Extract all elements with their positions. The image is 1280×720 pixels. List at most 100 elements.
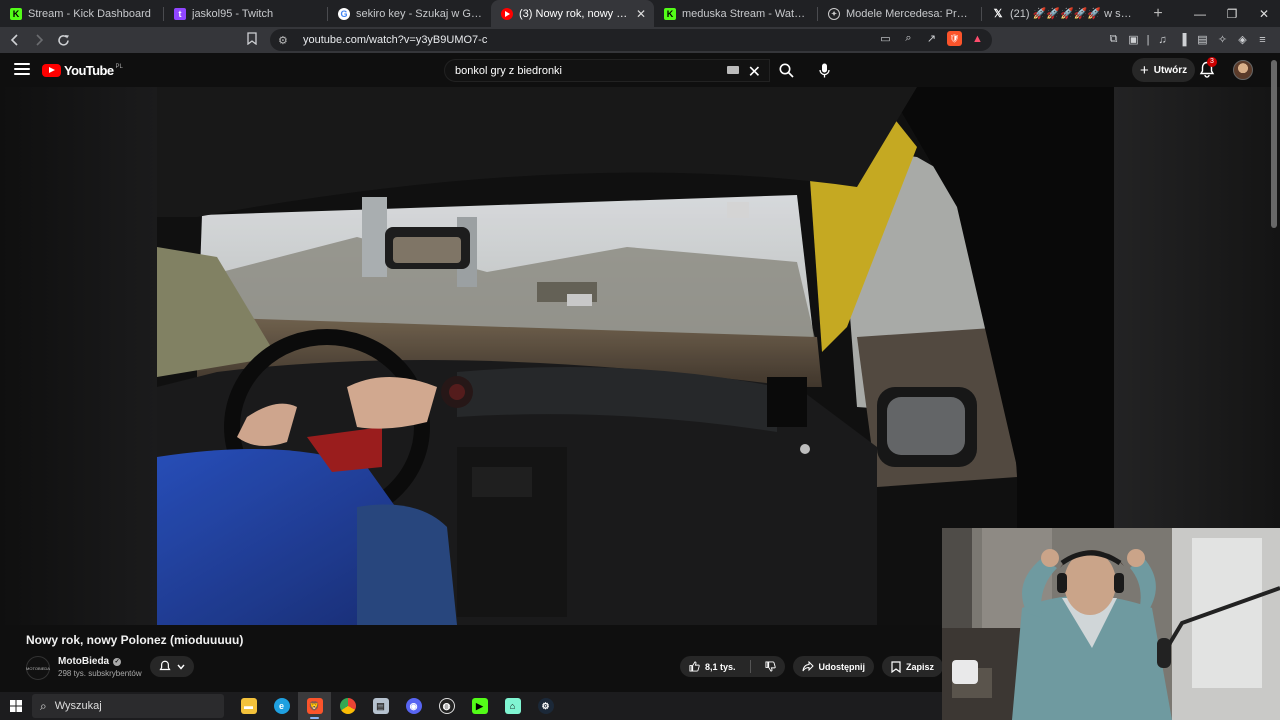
tab-twitch[interactable]: t jaskol95 - Twitch bbox=[164, 0, 327, 27]
plus-icon: + bbox=[1140, 61, 1149, 79]
bell-icon bbox=[159, 660, 171, 671]
tab-title: (21) 🚀🚀🚀🚀🚀 w serwisie X: „p bbox=[1010, 8, 1137, 20]
taskbar-obs[interactable]: ◍ bbox=[430, 692, 463, 720]
chevron-down-icon bbox=[177, 664, 185, 670]
new-tab-button[interactable]: + bbox=[1145, 0, 1171, 27]
cast-icon[interactable]: ▭ bbox=[878, 31, 893, 46]
tab-youtube-video[interactable]: (3) Nowy rok, nowy Polonez (mi… ✕ bbox=[491, 0, 654, 27]
keyboard-icon[interactable] bbox=[727, 66, 739, 74]
forward-icon[interactable] bbox=[29, 30, 49, 50]
screenshot-icon[interactable]: ▣ bbox=[1126, 31, 1141, 48]
taskbar-chrome[interactable] bbox=[331, 692, 364, 720]
obs-icon: ◍ bbox=[438, 698, 455, 714]
channel-name: MotoBieda bbox=[58, 656, 110, 667]
page-scrollbar[interactable] bbox=[1271, 60, 1277, 228]
restore-icon[interactable]: ❐ bbox=[1216, 0, 1248, 27]
channel-avatar-text: MOTOBIEDA bbox=[26, 665, 50, 671]
close-window-icon[interactable]: ✕ bbox=[1248, 0, 1280, 27]
streamlabs-icon: ⌂ bbox=[504, 698, 521, 714]
channel-name-row[interactable]: MotoBieda ✓ bbox=[58, 656, 122, 667]
youtube-wordmark: YouTube bbox=[64, 63, 114, 78]
account-avatar[interactable] bbox=[1233, 60, 1253, 80]
search-query: bonkol gry z biedronki bbox=[455, 64, 563, 77]
wallet-icon[interactable]: ▤ bbox=[1195, 31, 1210, 48]
thumbs-up-icon bbox=[689, 661, 700, 672]
site-info-icon[interactable]: ⚙ bbox=[278, 34, 294, 47]
channel-avatar[interactable]: MOTOBIEDA bbox=[26, 656, 50, 680]
kick-icon: K bbox=[664, 7, 676, 20]
taskbar-notepad[interactable]: ▤ bbox=[364, 692, 397, 720]
tab-kick-meduska[interactable]: K meduska Stream - Watch Live on bbox=[654, 0, 817, 27]
tab-x-twitter[interactable]: 𝕏 (21) 🚀🚀🚀🚀🚀 w serwisie X: „p bbox=[982, 0, 1145, 27]
taskbar-steam[interactable]: ⚙ bbox=[529, 692, 562, 720]
clear-search-icon[interactable]: ✕ bbox=[748, 62, 761, 82]
minimize-icon[interactable]: — bbox=[1184, 0, 1216, 27]
subscription-bell-button[interactable] bbox=[150, 656, 194, 677]
taskbar-file-explorer[interactable]: ▬ bbox=[232, 692, 265, 720]
brave-shields-icon[interactable]: 🛡 bbox=[947, 31, 962, 46]
edge-icon: e bbox=[273, 698, 290, 714]
extensions-toolbar: ⧉ ▣ | ♫ ▐ ▤ ✧ ◈ ≡ bbox=[1106, 31, 1270, 48]
tab-title: sekiro key - Szukaj w Google bbox=[356, 7, 483, 20]
menu-icon[interactable]: ≡ bbox=[1255, 31, 1270, 48]
share-button[interactable]: Udostępnij bbox=[792, 656, 875, 677]
extension-puzzle-icon[interactable]: ⧉ bbox=[1106, 31, 1121, 48]
brave-icon: 🦁 bbox=[306, 698, 323, 714]
windows-taskbar: ⌕ Wyszukaj ▬ e 🦁 ▤ ◉ ◍ ▶ ⌂ ⚙ bbox=[0, 692, 942, 720]
url-text: youtube.com/watch?v=y3yB9UMO7-c bbox=[303, 34, 488, 46]
tab-title: Stream - Kick Dashboard bbox=[28, 7, 151, 20]
google-icon: G bbox=[338, 7, 350, 20]
reload-icon[interactable] bbox=[53, 30, 73, 50]
address-bar-actions: ▭ ⌕ ↗ 🛡 ▲ bbox=[878, 31, 985, 46]
taskbar-search-placeholder: Wyszukaj bbox=[54, 700, 102, 712]
subscriber-count: 298 tys. subskrybentów bbox=[58, 669, 142, 678]
steam-icon: ⚙ bbox=[537, 698, 554, 714]
taskbar-streamlabs[interactable]: ⌂ bbox=[496, 692, 529, 720]
video-title: Nowy rok, nowy Polonez (mioduuuuu) bbox=[26, 633, 244, 647]
file-explorer-icon: ▬ bbox=[240, 698, 257, 714]
thumbs-down-icon bbox=[764, 661, 776, 672]
taskbar-edge[interactable]: e bbox=[265, 692, 298, 720]
voice-search-button[interactable] bbox=[812, 59, 836, 82]
like-button[interactable]: 8,1 tys. bbox=[680, 656, 745, 677]
taskbar-brave[interactable]: 🦁 bbox=[298, 692, 331, 720]
tab-mercedes[interactable]: ✦ Modele Mercedesa: Przegląd nowych bbox=[818, 0, 981, 27]
separator-icon: | bbox=[1146, 33, 1150, 46]
dislike-button[interactable] bbox=[756, 656, 785, 677]
bookmark-icon[interactable] bbox=[247, 32, 257, 48]
tab-title: Modele Mercedesa: Przegląd nowych bbox=[846, 7, 973, 20]
taskbar-discord[interactable]: ◉ bbox=[397, 692, 430, 720]
zoom-icon[interactable]: ⌕ bbox=[901, 31, 916, 46]
window-controls: — ❐ ✕ bbox=[1184, 0, 1280, 27]
tab-google-search[interactable]: G sekiro key - Szukaj w Google bbox=[328, 0, 491, 27]
taskbar-search[interactable]: ⌕ Wyszukaj bbox=[32, 694, 224, 718]
back-icon[interactable] bbox=[5, 30, 25, 50]
ambient-left bbox=[0, 87, 157, 625]
verified-check-icon: ✓ bbox=[113, 657, 122, 666]
leo-ai-icon[interactable]: ✧ bbox=[1215, 31, 1230, 48]
hamburger-menu-icon[interactable] bbox=[14, 63, 30, 77]
active-indicator bbox=[310, 717, 319, 719]
vpn-icon[interactable]: ◈ bbox=[1235, 31, 1250, 48]
search-button[interactable] bbox=[770, 59, 802, 82]
save-button[interactable]: Zapisz bbox=[882, 656, 944, 677]
youtube-logo[interactable]: YouTube PL bbox=[42, 63, 123, 78]
notification-badge: 3 bbox=[1207, 57, 1217, 67]
share-page-icon[interactable]: ↗ bbox=[924, 31, 939, 46]
close-tab-icon[interactable]: ✕ bbox=[636, 7, 646, 21]
taskbar-kick[interactable]: ▶ bbox=[463, 692, 496, 720]
start-button[interactable] bbox=[0, 692, 32, 720]
like-divider bbox=[749, 660, 751, 673]
webcam-feed bbox=[942, 528, 1280, 720]
tab-kick-dashboard[interactable]: K Stream - Kick Dashboard bbox=[0, 0, 163, 27]
save-label: Zapisz bbox=[906, 661, 935, 672]
media-icon[interactable]: ♫ bbox=[1155, 31, 1170, 48]
tab-title: meduska Stream - Watch Live on bbox=[682, 7, 809, 20]
brave-rewards-icon[interactable]: ▲ bbox=[970, 31, 985, 46]
sidebar-icon[interactable]: ▐ bbox=[1175, 31, 1190, 48]
chrome-icon bbox=[339, 698, 356, 714]
create-button[interactable]: + Utwórz bbox=[1132, 58, 1196, 82]
windows-logo-icon bbox=[10, 700, 22, 712]
search-input[interactable]: bonkol gry z biedronki ✕ bbox=[444, 59, 770, 82]
share-arrow-icon bbox=[802, 661, 814, 672]
